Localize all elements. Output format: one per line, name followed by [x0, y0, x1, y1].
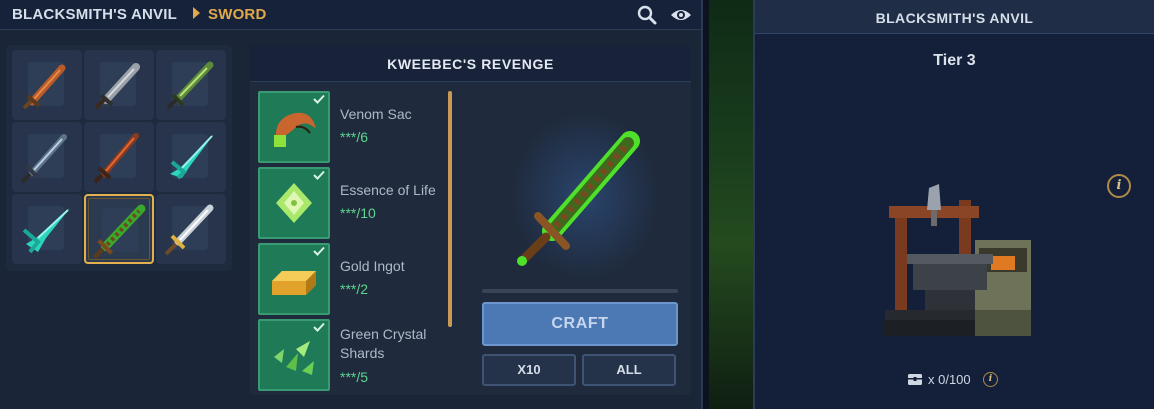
recipe-title-bar: KWEEBEC'S REVENGE: [250, 45, 691, 82]
item-slot[interactable]: [12, 194, 82, 264]
ingredient-tile: [258, 319, 330, 391]
ingredient-count: ***/5: [340, 369, 369, 385]
copper-sword-icon: [22, 64, 66, 110]
station-info-panel: BLACKSMITH'S ANVIL Tier 3 i x 0/100 i: [753, 0, 1154, 409]
storage-info-icon[interactable]: i: [983, 372, 998, 387]
breadcrumb-current: SWORD: [208, 6, 267, 23]
adamantite-sword-icon: [93, 133, 139, 184]
ingredient-scrollbar[interactable]: [448, 91, 452, 327]
kweebecs-revenge-icon: [92, 204, 146, 260]
chest-icon: [908, 374, 922, 385]
ingredient-item[interactable]: Green Crystal Shards ***/5: [258, 319, 458, 391]
storage-count: x 0/100: [928, 372, 971, 387]
item-slot[interactable]: [12, 50, 82, 120]
station-title: BLACKSMITH'S ANVIL: [875, 10, 1034, 26]
ingredient-item[interactable]: Gold Ingot ***/2: [258, 243, 458, 315]
thorium-sword-icon: [166, 61, 214, 110]
craft-x10-button[interactable]: X10: [482, 354, 576, 386]
world-background: [703, 0, 753, 409]
essence-of-life-icon: [276, 183, 312, 223]
ingredient-tile: [258, 243, 330, 315]
ingredient-name: Venom Sac: [340, 106, 412, 122]
item-slot[interactable]: [156, 50, 226, 120]
breadcrumb-root[interactable]: BLACKSMITH'S ANVIL: [12, 6, 177, 23]
ingredient-count: ***/10: [340, 205, 376, 221]
ingredient-name: Gold Ingot: [340, 258, 405, 274]
breadcrumb-arrow-icon: [193, 7, 200, 19]
silver-sword-icon: [164, 204, 214, 256]
ingredient-tile: [258, 91, 330, 163]
info-icon[interactable]: i: [1107, 174, 1131, 198]
check-icon: [313, 322, 325, 332]
crafting-panel: BLACKSMITH'S ANVIL SWORD KWEEBEC'S REVEN…: [0, 0, 703, 409]
ingredient-count: ***/2: [340, 281, 369, 297]
craft-all-button[interactable]: ALL: [582, 354, 676, 386]
recipe-panel: KWEEBEC'S REVENGE Venom Sac ***/6 Essenc…: [250, 45, 691, 395]
item-slot[interactable]: [156, 194, 226, 264]
check-icon: [313, 246, 325, 256]
item-slot-selected[interactable]: [84, 194, 154, 264]
green-crystal-shards-icon: [274, 341, 314, 375]
item-slot[interactable]: [84, 122, 154, 192]
ingredient-item[interactable]: Essence of Life ***/10: [258, 167, 458, 239]
check-icon: [313, 94, 325, 104]
ingredient-item[interactable]: Venom Sac ***/6: [258, 91, 458, 163]
iron-sword-icon: [94, 63, 140, 110]
crafting-header: BLACKSMITH'S ANVIL SWORD: [0, 0, 701, 30]
venom-sac-icon: [274, 112, 316, 147]
ingredient-name: Essence of Life: [340, 182, 436, 198]
cobalt-sword-icon: [20, 134, 67, 184]
station-tier: Tier 3: [933, 52, 976, 69]
recipe-title: KWEEBEC'S REVENGE: [387, 56, 554, 72]
item-slot[interactable]: [12, 122, 82, 192]
ingredient-tile: [258, 167, 330, 239]
craft-button[interactable]: CRAFT: [482, 302, 678, 346]
item-grid: [6, 45, 232, 271]
ingredient-count: ***/6: [340, 129, 369, 145]
search-icon[interactable]: [636, 4, 658, 26]
eye-icon[interactable]: [669, 4, 693, 26]
gold-ingot-icon: [272, 271, 316, 295]
check-icon: [313, 170, 325, 180]
item-slot[interactable]: [84, 50, 154, 120]
item-preview: [480, 91, 680, 291]
anvil-station-icon: [883, 184, 1031, 336]
kweebecs-revenge-icon: [517, 131, 640, 266]
craft-progress-bar: [482, 289, 678, 293]
crystal-blade-icon: [170, 134, 214, 180]
ingredient-name: Green Crystal Shards: [340, 326, 427, 361]
ingredient-list[interactable]: Venom Sac ***/6 Essence of Life ***/10 G…: [258, 91, 458, 391]
item-slot[interactable]: [156, 122, 226, 192]
station-header: BLACKSMITH'S ANVIL: [755, 0, 1154, 34]
crystal-blade-icon: [22, 208, 70, 254]
